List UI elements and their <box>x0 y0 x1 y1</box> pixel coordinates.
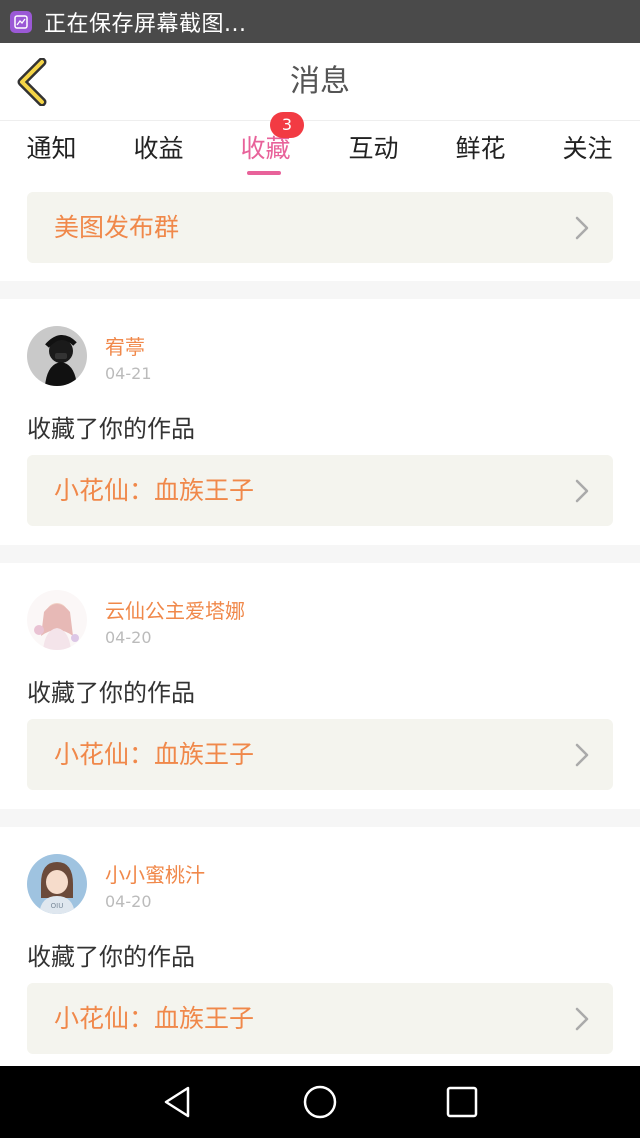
tab-label: 通知 <box>26 134 77 163</box>
page-title: 消息 <box>290 64 350 99</box>
avatar[interactable]: OIU <box>27 854 87 914</box>
group-link-card[interactable]: 美图发布群 <box>27 192 613 263</box>
username[interactable]: 小小蜜桃汁 <box>105 859 205 888</box>
unread-badge: 3 <box>270 112 304 138</box>
avatar[interactable] <box>27 590 87 650</box>
screenshot-icon <box>10 10 32 33</box>
home-circle-icon[interactable] <box>302 1084 338 1120</box>
tab-label: 关注 <box>562 134 613 163</box>
active-tab-indicator <box>247 171 281 175</box>
chevron-right-icon <box>575 1007 589 1031</box>
message-item: 宥葶 04-21 收藏了你的作品 小花仙：血族王子 <box>0 299 640 545</box>
message-text: 收藏了你的作品 <box>27 679 195 707</box>
message-date: 04-21 <box>105 364 152 383</box>
chevron-right-icon <box>575 743 589 767</box>
work-title: 小花仙：血族王子 <box>54 1004 255 1033</box>
header: 消息 <box>0 43 640 121</box>
section-divider <box>0 809 640 827</box>
back-triangle-icon[interactable] <box>160 1084 196 1120</box>
message-item: 云仙公主爱塔娜 04-20 收藏了你的作品 小花仙：血族王子 <box>0 563 640 809</box>
chevron-right-icon <box>575 479 589 503</box>
tab-earnings[interactable]: 收益 <box>105 121 212 183</box>
svg-text:OIU: OIU <box>51 902 64 910</box>
work-link-card[interactable]: 小花仙：血族王子 <box>27 719 613 790</box>
tab-label: 鲜花 <box>455 134 506 163</box>
work-link-card[interactable]: 小花仙：血族王子 <box>27 983 613 1054</box>
tab-label: 收益 <box>133 134 184 163</box>
avatar[interactable] <box>27 326 87 386</box>
message-date: 04-20 <box>105 628 152 647</box>
tab-interactions[interactable]: 互动 <box>320 121 427 183</box>
message-item: OIU 小小蜜桃汁 04-20 收藏了你的作品 小花仙：血族王子 <box>0 827 640 1073</box>
username[interactable]: 云仙公主爱塔娜 <box>105 595 245 624</box>
tab-bar: 通知 收益 收藏 3 互动 鲜花 关注 <box>0 112 640 183</box>
work-title: 小花仙：血族王子 <box>54 476 255 505</box>
status-text: 正在保存屏幕截图... <box>44 11 247 37</box>
message-text: 收藏了你的作品 <box>27 415 195 443</box>
message-text: 收藏了你的作品 <box>27 943 195 971</box>
tab-label: 收藏 <box>240 134 291 163</box>
group-link-label: 美图发布群 <box>54 213 180 242</box>
chevron-right-icon <box>575 216 589 240</box>
section-divider <box>0 281 640 299</box>
tab-follows[interactable]: 关注 <box>534 121 640 183</box>
system-nav-bar <box>0 1066 640 1138</box>
work-title: 小花仙：血族王子 <box>54 740 255 769</box>
tab-label: 互动 <box>348 134 399 163</box>
username[interactable]: 宥葶 <box>105 331 145 360</box>
message-date: 04-20 <box>105 892 152 911</box>
status-bar: 正在保存屏幕截图... <box>0 0 640 43</box>
work-link-card[interactable]: 小花仙：血族王子 <box>27 455 613 526</box>
tab-notifications[interactable]: 通知 <box>0 121 105 183</box>
tab-favorites[interactable]: 收藏 3 <box>212 112 319 183</box>
section-divider <box>0 545 640 563</box>
tab-flowers[interactable]: 鲜花 <box>427 121 534 183</box>
recents-square-icon[interactable] <box>444 1084 480 1120</box>
